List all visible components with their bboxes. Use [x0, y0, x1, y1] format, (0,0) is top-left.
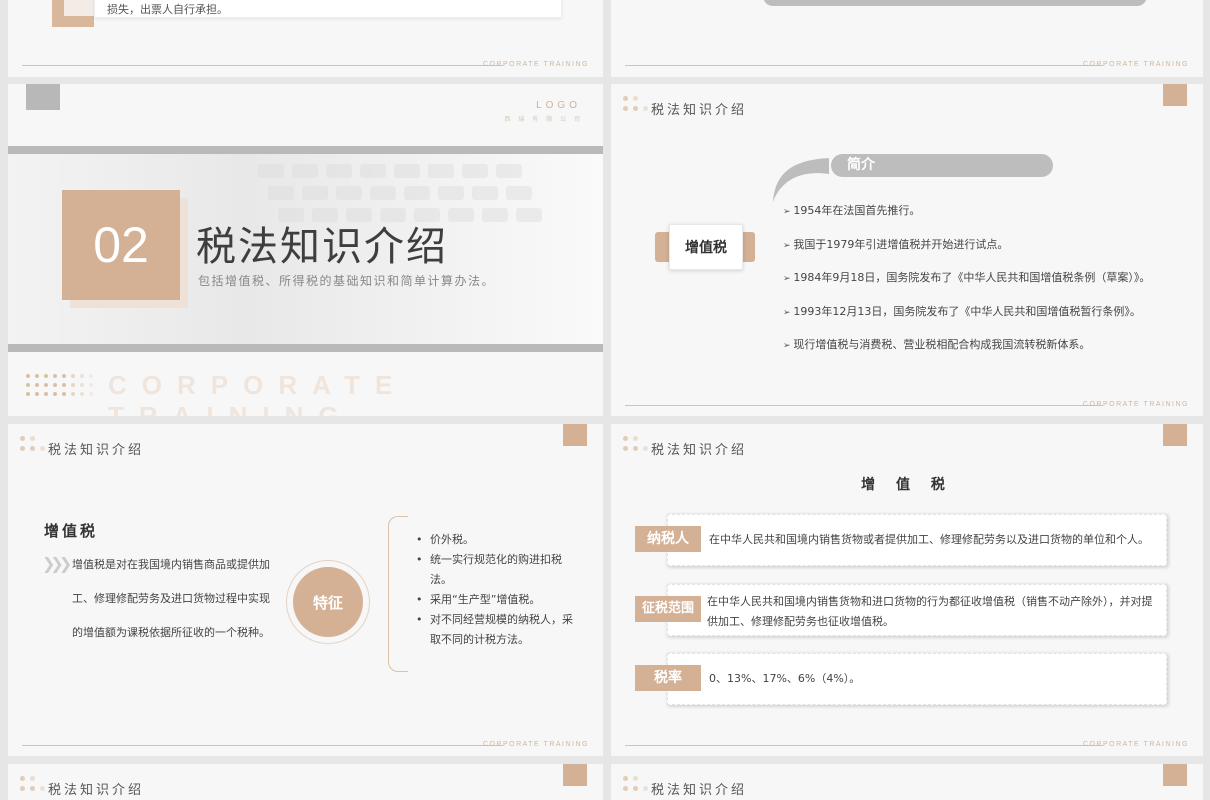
corporate-watermark: CORPORATE TRAINING: [108, 370, 408, 416]
detail-label: 征税范围: [635, 596, 701, 622]
list-item: 现行增值税与消费税、营业税相配合构成我国流转税新体系。: [783, 336, 1150, 370]
slide-thumbnail-top-right[interactable]: CORPORATE TRAINING: [611, 0, 1203, 77]
footer-text: CORPORATE TRAINING: [1082, 401, 1189, 408]
features-list: 价外税。 统一实行规范化的购进扣税法。 采用“生产型”增值税。 对不同经营规模的…: [416, 530, 580, 650]
slide-thumbnail-bottom-left[interactable]: 税法知识介绍: [8, 764, 603, 800]
vat-tag: 增值税: [669, 224, 743, 270]
corner-square: [1163, 424, 1187, 446]
footer-text: CORPORATE TRAINING: [482, 61, 589, 68]
gray-bar: [763, 0, 1147, 6]
slide-header-title: 税法知识介绍: [651, 443, 748, 458]
detail-text: 在中华人民共和国境内销售货物和进口货物的行为都征收增值税（销售不动产除外），并对…: [707, 595, 1153, 628]
footer-text: CORPORATE TRAINING: [1082, 741, 1189, 748]
footer-line: [22, 745, 503, 746]
features-circle: 特征: [293, 567, 363, 637]
header-dots: [623, 776, 648, 796]
footer-text: CORPORATE TRAINING: [482, 741, 589, 748]
slide-thumbnail-bottom-right[interactable]: 税法知识介绍: [611, 764, 1203, 800]
list-item: 1954年在法国首先推行。: [783, 202, 1150, 236]
section-number: 02: [62, 190, 180, 300]
decor-square-light: [64, 0, 94, 16]
corner-square: [563, 424, 587, 446]
corner-square: [1163, 764, 1187, 786]
chevrons-icon: ❯❯❯: [42, 554, 72, 573]
corner-square: [563, 764, 587, 786]
cover-title: 税法知识介绍: [196, 224, 448, 270]
cover-subtitle: 包括增值税、所得税的基础知识和简单计算办法。: [198, 274, 496, 288]
slide-thumbnail-intro[interactable]: 税法知识介绍 简介 增值税 1954年在法国首先推行。 我国于1979年引进增值…: [611, 84, 1203, 416]
detail-label: 纳税人: [635, 526, 701, 552]
footer-line: [625, 745, 1103, 746]
list-item: 1993年12月13日，国务院发布了《中华人民共和国增值税暂行条例》。: [783, 303, 1150, 337]
slide-thumbnail-cover[interactable]: LOGO 西 瑞 有 限 公 司 02 税法知识介绍 包括增值税、所得税的基础知…: [8, 84, 603, 416]
header-dots: [623, 96, 648, 116]
header-dots: [20, 436, 45, 456]
detail-text: 在中华人民共和国境内销售货物或者提供加工、修理修配劳务以及进口货物的单位和个人。: [709, 533, 1149, 546]
footer-line: [22, 65, 503, 66]
footer-line: [625, 405, 1103, 406]
curve-arrow: [773, 158, 829, 202]
text-card: 损失，出票人自行承担。: [94, 0, 562, 18]
slide-header-title: 税法知识介绍: [651, 103, 748, 118]
band-top-border: [8, 146, 603, 154]
band-bottom-border: [8, 344, 603, 352]
vat-definition: 增值税是对在我国境内销售商品或提供加工、修理修配劳务及进口货物过程中实现的增值额…: [72, 558, 270, 639]
slide-thumbnail-top-left[interactable]: 损失，出票人自行承担。 CORPORATE TRAINING: [8, 0, 603, 77]
logo-text: LOGO: [536, 100, 581, 111]
details-title: 增 值 税: [861, 477, 953, 493]
intro-heading: 简介: [831, 154, 1053, 177]
header-dots: [20, 776, 45, 796]
list-item: 1984年9月18日，国务院发布了《中华人民共和国增值税条例（草案）》。: [783, 269, 1150, 303]
vat-heading: 增值税: [44, 522, 99, 540]
card-text: 损失，出票人自行承担。: [107, 3, 228, 16]
dots-decoration: [26, 374, 106, 404]
slide-header-title: 税法知识介绍: [48, 443, 145, 458]
header-dots: [623, 436, 648, 456]
list-item: 对不同经营规模的纳税人，采取不同的计税方法。: [416, 610, 580, 650]
slide-thumbnail-features[interactable]: 税法知识介绍 增值税 ❯❯❯ 增值税是对在我国境内销售商品或提供加工、修理修配劳…: [8, 424, 603, 756]
logo-square: [26, 84, 60, 110]
list-item: 统一实行规范化的购进扣税法。: [416, 550, 580, 590]
list-item: 价外税。: [416, 530, 580, 550]
list-item: 我国于1979年引进增值税并开始进行试点。: [783, 236, 1150, 270]
footer-text: CORPORATE TRAINING: [1082, 61, 1189, 68]
slide-header-title: 税法知识介绍: [651, 783, 748, 798]
brace: [388, 516, 408, 672]
footer-line: [625, 65, 1103, 66]
list-item: 采用“生产型”增值税。: [416, 590, 580, 610]
detail-text: 0、13%、17%、6%（4%）。: [709, 672, 861, 685]
corner-square: [1163, 84, 1187, 106]
detail-label: 税率: [635, 665, 701, 691]
company-name: 西 瑞 有 限 公 司: [504, 116, 583, 123]
intro-list: 1954年在法国首先推行。 我国于1979年引进增值税并开始进行试点。 1984…: [783, 202, 1150, 370]
slide-header-title: 税法知识介绍: [48, 783, 145, 798]
slide-thumbnail-details[interactable]: 税法知识介绍 增 值 税 纳税人 在中华人民共和国境内销售货物或者提供加工、修理…: [611, 424, 1203, 756]
